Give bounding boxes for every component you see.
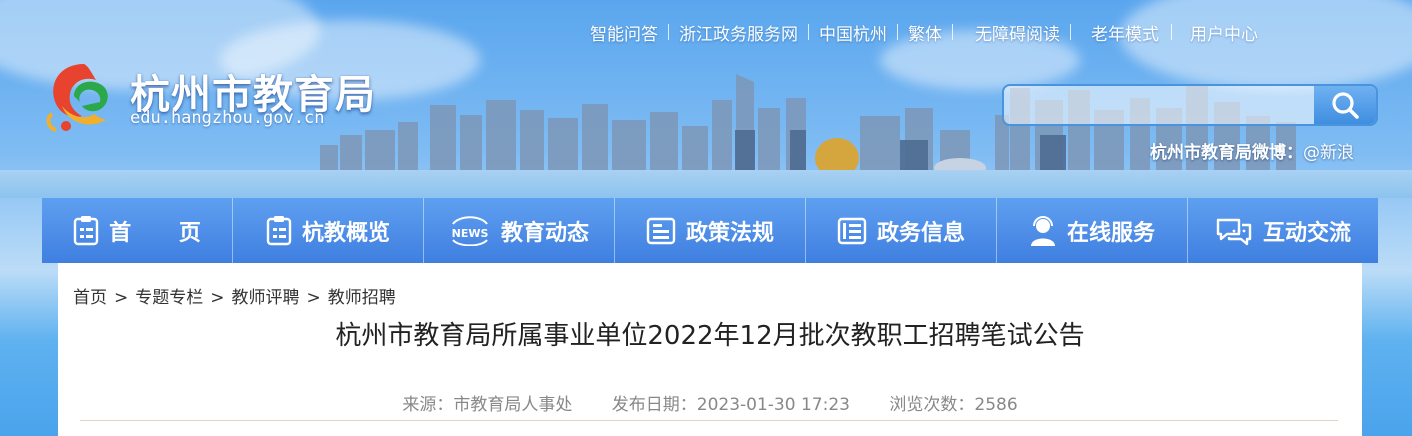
nav-item-policy[interactable]: 政策法规: [615, 198, 806, 263]
nav-label: 在线服务: [1066, 220, 1155, 246]
article-views: 浏览次数：2586: [889, 395, 1018, 415]
breadcrumb-special-topics[interactable]: 专题专栏: [135, 288, 203, 308]
nav-item-online-service[interactable]: 在线服务: [997, 198, 1188, 263]
nav-label: 杭教概览: [301, 220, 390, 246]
nav-label: 互动交流: [1262, 220, 1351, 246]
top-link-user-center[interactable]: 用户中心: [1172, 20, 1268, 45]
search-button[interactable]: [1314, 86, 1376, 124]
nav-label: 政务信息: [876, 220, 965, 246]
article-source: 来源：市教育局人事处: [402, 395, 573, 415]
breadcrumb-teacher-recruitment[interactable]: 教师招聘: [328, 288, 396, 308]
top-link-traditional[interactable]: 繁体: [898, 20, 952, 45]
search-icon: [1332, 92, 1359, 119]
info-doc-icon: [837, 217, 867, 245]
chat-bubbles-icon: [1215, 216, 1253, 246]
top-link-accessibility[interactable]: 无障碍阅读: [953, 20, 1070, 45]
breadcrumb-separator: >: [210, 288, 225, 308]
news-icon: NEWS: [449, 215, 491, 246]
top-links-bar: 智能问答 浙江政务服务网 中国杭州 繁体 无障碍阅读 老年模式 用户中心: [580, 20, 1380, 45]
article-panel: 首页 > 专题专栏 > 教师评聘 > 教师招聘 杭州市教育局所属事业单位2022年12月批次…: [58, 263, 1362, 436]
top-link-elderly-mode[interactable]: 老年模式: [1071, 20, 1171, 45]
weibo-label: 杭州市教育局微博：: [1150, 143, 1303, 163]
article-title: 杭州市教育局所属事业单位2022年12月批次教职工招聘笔试公告: [335, 321, 1085, 351]
breadcrumb-separator: >: [306, 288, 321, 308]
breadcrumb-home[interactable]: 首页: [73, 288, 107, 308]
article-date: 发布日期：2023-01-30 17:23: [611, 395, 850, 415]
nav-label: 政策法规: [685, 220, 774, 246]
nav-item-interaction[interactable]: 互动交流: [1188, 198, 1378, 263]
search-input[interactable]: [1012, 92, 1306, 120]
service-person-icon: [1029, 215, 1057, 246]
search-box: [1002, 84, 1378, 126]
top-link-china-hangzhou[interactable]: 中国杭州: [809, 20, 897, 45]
nav-item-overview[interactable]: 杭教概览: [233, 198, 424, 263]
home-doc-icon: [73, 215, 99, 246]
clipboard-icon: [266, 215, 292, 246]
svg-text:NEWS: NEWS: [452, 227, 489, 240]
weibo-link[interactable]: @新浪: [1303, 143, 1354, 163]
site-logo[interactable]: 杭州市教育局 edu.hangzhou.gov.cn: [44, 56, 384, 136]
nav-item-home[interactable]: 首 页: [42, 198, 233, 263]
nav-item-news[interactable]: NEWS 教育动态: [424, 198, 615, 263]
nav-label: 首 页: [109, 220, 221, 246]
nav-label: 教育动态: [500, 220, 589, 246]
breadcrumb: 首页 > 专题专栏 > 教师评聘 > 教师招聘: [73, 283, 396, 308]
education-bureau-emblem-icon: [46, 64, 108, 132]
weibo-line: 杭州市教育局微博：@新浪: [1150, 138, 1354, 163]
site-url: edu.hangzhou.gov.cn: [130, 108, 325, 128]
divider: [80, 420, 1338, 421]
article-meta: 来源：市教育局人事处 发布日期：2023-01-30 17:23 浏览次数：25…: [58, 390, 1362, 415]
breadcrumb-separator: >: [114, 288, 129, 308]
top-link-zj-gov-service[interactable]: 浙江政务服务网: [669, 20, 808, 45]
top-link-smart-qa[interactable]: 智能问答: [580, 20, 668, 45]
main-nav: 首 页 杭教概览 NEWS 教育动态 政策法规 政务信息 在线服务 互动交流: [42, 198, 1378, 263]
breadcrumb-teacher-evaluation[interactable]: 教师评聘: [232, 288, 300, 308]
nav-item-gov-info[interactable]: 政务信息: [806, 198, 997, 263]
policy-doc-icon: [646, 217, 676, 245]
